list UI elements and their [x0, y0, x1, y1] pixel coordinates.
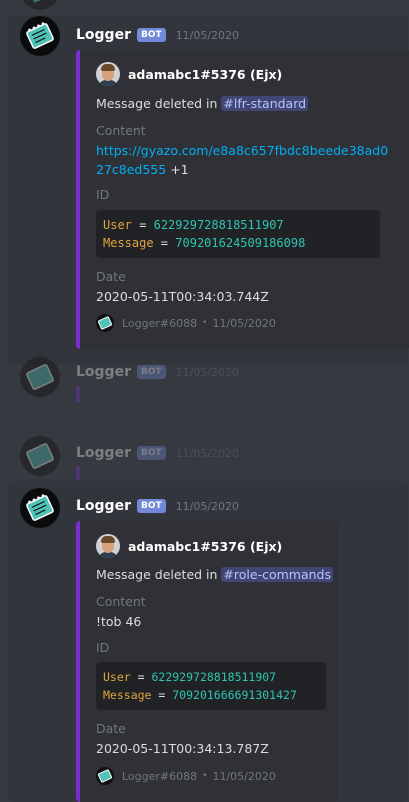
footer-notebook-icon [96, 314, 114, 332]
ghost-message-header: Logger BOT 11/05/2020 [76, 362, 239, 382]
ghost-timestamp: 11/05/2020 [175, 365, 240, 379]
ghost-message-header-2: Logger BOT 11/05/2020 [76, 443, 239, 463]
field-name-date: Date [96, 269, 126, 284]
channel-mention[interactable]: #lfr-standard [221, 96, 309, 111]
ghost-username-2: Logger [76, 445, 131, 461]
author-name: adamabc1#5376 (Ejx) [128, 538, 283, 554]
field-name-id: ID [96, 187, 110, 202]
ghost-timestamp-2: 11/05/2020 [175, 446, 240, 460]
code-user-id: 622929728818511907 [151, 670, 277, 684]
notebook-icon [27, 0, 53, 3]
author-avatar [96, 534, 120, 558]
field-name-content: Content [96, 594, 146, 609]
message-header: Logger BOT 11/05/2020 [76, 496, 239, 516]
field-value-content: !tob 46 [96, 614, 142, 629]
field-name-content: Content [96, 123, 146, 138]
ghost-bot-avatar [20, 357, 60, 397]
footer-name: Logger#6088 [122, 316, 198, 330]
field-value-content: https://gyazo.com/e8a8c657fbdc8beede38ad… [96, 141, 388, 179]
bot-badge: BOT [136, 28, 166, 42]
code-user-id: 622929728818511907 [153, 218, 284, 232]
ghost-embed-bar [76, 386, 80, 402]
content-link-cont[interactable]: 27c8ed555 [96, 162, 166, 177]
ghost-bot-badge-2: BOT [136, 446, 166, 460]
ghost-embed-bar-2 [76, 466, 80, 480]
message-timestamp[interactable]: 11/05/2020 [176, 29, 239, 42]
field-name-id: ID [96, 640, 110, 655]
embed-description: Message deleted in #lfr-standard [96, 96, 309, 111]
notebook-icon [26, 443, 54, 469]
embed: adamabc1#5376 (Ejx) Message deleted in #… [76, 50, 409, 349]
ghost-bot-avatar-2 [20, 436, 60, 476]
ghost-bot-badge: BOT [136, 365, 166, 379]
code-key-message: Message [103, 688, 152, 702]
embed-description: Message deleted in #role-commands [96, 567, 333, 582]
author-avatar [96, 62, 120, 86]
embed: adamabc1#5376 (Ejx) Message deleted in #… [76, 521, 338, 802]
channel-mention[interactable]: #role-commands [221, 567, 333, 582]
bot-avatar[interactable] [20, 488, 60, 528]
bot-badge: BOT [136, 499, 166, 513]
footer-notebook-icon [96, 767, 114, 785]
notebook-icon [26, 494, 54, 521]
footer-date: 11/05/2020 [212, 316, 276, 330]
footer-name: Logger#6088 [122, 769, 198, 783]
author-name: adamabc1#5376 (Ejx) [128, 66, 283, 82]
bot-avatar[interactable] [20, 16, 60, 56]
ghost-username: Logger [76, 364, 131, 380]
field-name-date: Date [96, 721, 126, 736]
message-header: Logger BOT 11/05/2020 [76, 25, 239, 45]
description-text: Message deleted in [96, 96, 222, 111]
code-message-id: 709201624509186098 [175, 236, 306, 250]
bot-username[interactable]: Logger [76, 27, 131, 43]
field-value-date: 2020-05-11T00:34:13.787Z [96, 741, 269, 756]
code-key-user: User [103, 218, 132, 232]
id-codeblock: User = 622929728818511907 Message = 7092… [96, 662, 326, 710]
id-codeblock: User = 622929728818511907 Message = 7092… [96, 210, 380, 258]
description-text: Message deleted in [96, 567, 222, 582]
code-message-id: 709201666691301427 [172, 688, 297, 702]
content-suffix: +1 [166, 162, 189, 177]
notebook-icon [26, 22, 54, 49]
embed-author: adamabc1#5376 (Ejx) [96, 534, 282, 558]
embed-author: adamabc1#5376 (Ejx) [96, 62, 282, 86]
bot-username[interactable]: Logger [76, 498, 131, 514]
notebook-icon [26, 364, 54, 390]
code-key-user: User [103, 670, 131, 684]
content-link[interactable]: https://gyazo.com/e8a8c657fbdc8beede38ad… [96, 143, 388, 158]
embed-footer: Logger#6088 • 11/05/2020 [96, 767, 276, 785]
bot-avatar[interactable] [20, 0, 60, 10]
field-value-date: 2020-05-11T00:34:03.744Z [96, 289, 269, 304]
footer-date: 11/05/2020 [212, 769, 276, 783]
embed-footer: Logger#6088 • 11/05/2020 [96, 314, 276, 332]
message-timestamp[interactable]: 11/05/2020 [176, 500, 239, 513]
code-key-message: Message [103, 236, 154, 250]
